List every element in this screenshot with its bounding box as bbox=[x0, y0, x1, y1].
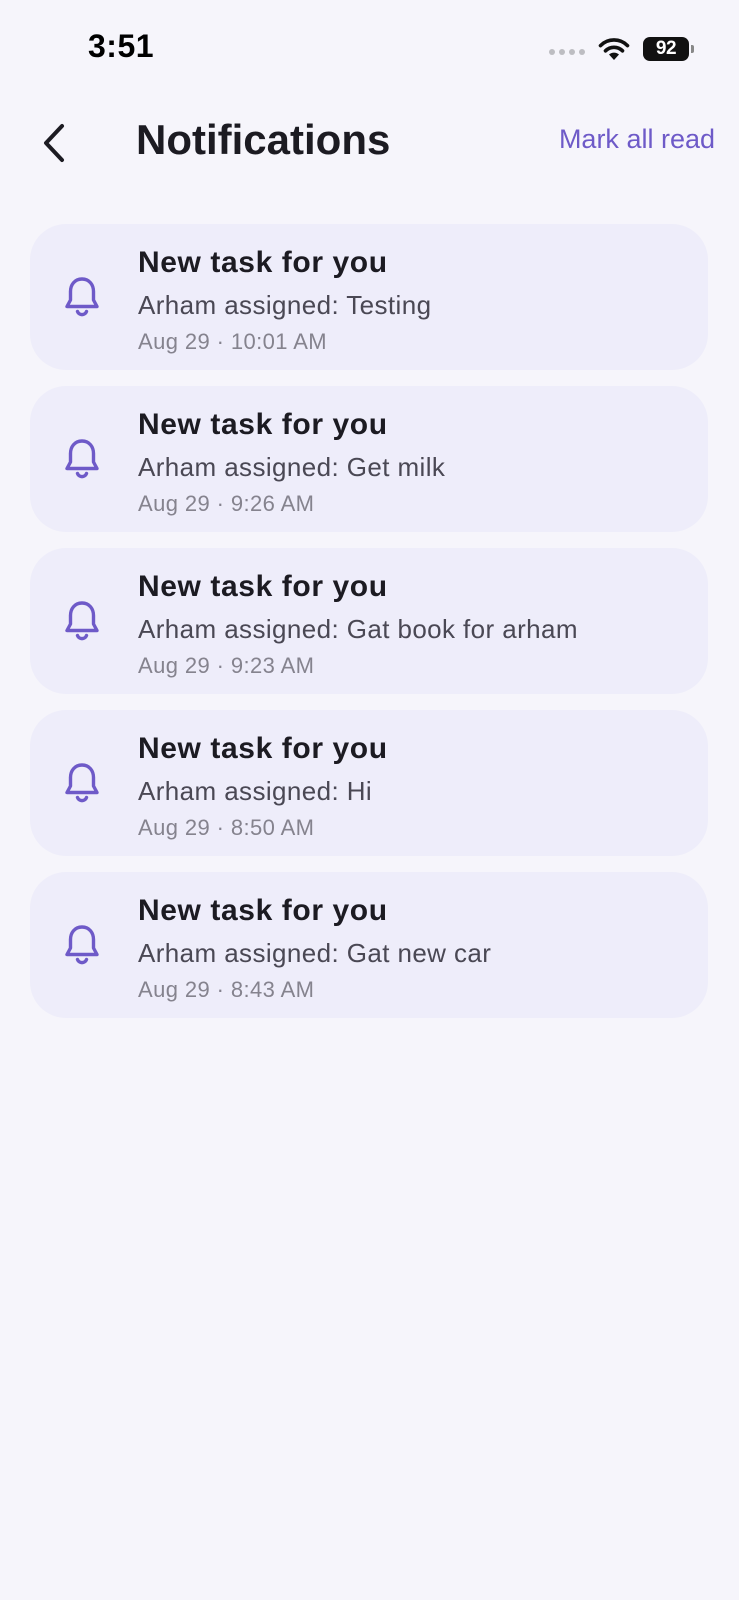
notification-body: Arham assigned: Gat book for arham bbox=[138, 614, 578, 644]
battery-level: 92 bbox=[655, 38, 677, 59]
battery-icon: 92 bbox=[643, 37, 694, 61]
notification-content: New task for you Arham assigned: Gat boo… bbox=[138, 568, 688, 682]
notification-title: New task for you bbox=[138, 408, 388, 441]
status-bar: 3:51 92 bbox=[0, 0, 739, 100]
page-title: Notifications bbox=[136, 116, 391, 163]
notification-content: New task for you Arham assigned: Get mil… bbox=[138, 406, 688, 520]
notification-card[interactable]: New task for you Arham assigned: Gat boo… bbox=[30, 548, 708, 694]
notification-content: New task for you Arham assigned: Gat new… bbox=[138, 892, 688, 1006]
notification-body: Arham assigned: Testing bbox=[138, 290, 432, 320]
notification-body: Arham assigned: Hi bbox=[138, 776, 373, 806]
notification-time: Aug 29 · 8:50 AM bbox=[138, 815, 315, 840]
notification-card[interactable]: New task for you Arham assigned: Testing… bbox=[30, 224, 708, 370]
notification-title: New task for you bbox=[138, 894, 388, 927]
bell-icon bbox=[65, 277, 99, 317]
notification-time: Aug 29 · 9:23 AM bbox=[138, 653, 315, 678]
notification-content: New task for you Arham assigned: Hi Aug … bbox=[138, 730, 688, 844]
notification-content: New task for you Arham assigned: Testing… bbox=[138, 244, 688, 358]
notification-title: New task for you bbox=[138, 570, 388, 603]
notification-body: Arham assigned: Gat new car bbox=[138, 938, 492, 968]
cellular-signal-icon bbox=[549, 49, 585, 55]
notification-card[interactable]: New task for you Arham assigned: Hi Aug … bbox=[30, 710, 708, 856]
notification-title: New task for you bbox=[138, 246, 388, 279]
notification-card[interactable]: New task for you Arham assigned: Gat new… bbox=[30, 872, 708, 1018]
header: Notifications Mark all read bbox=[0, 100, 739, 190]
mark-all-read-button[interactable]: Mark all read bbox=[559, 124, 715, 155]
bell-icon bbox=[65, 763, 99, 803]
bell-icon bbox=[65, 439, 99, 479]
notification-time: Aug 29 · 9:26 AM bbox=[138, 491, 315, 516]
notification-body: Arham assigned: Get milk bbox=[138, 452, 446, 482]
wifi-icon bbox=[598, 38, 630, 60]
bell-icon bbox=[65, 601, 99, 641]
status-time: 3:51 bbox=[88, 28, 155, 64]
notification-time: Aug 29 · 10:01 AM bbox=[138, 329, 328, 354]
notification-time: Aug 29 · 8:43 AM bbox=[138, 977, 315, 1002]
chevron-left-icon bbox=[44, 124, 64, 162]
notification-card[interactable]: New task for you Arham assigned: Get mil… bbox=[30, 386, 708, 532]
back-button[interactable] bbox=[34, 118, 74, 168]
bell-icon bbox=[65, 925, 99, 965]
status-indicators: 92 bbox=[549, 36, 694, 62]
notification-title: New task for you bbox=[138, 732, 388, 765]
notification-list: New task for you Arham assigned: Testing… bbox=[30, 224, 708, 1018]
